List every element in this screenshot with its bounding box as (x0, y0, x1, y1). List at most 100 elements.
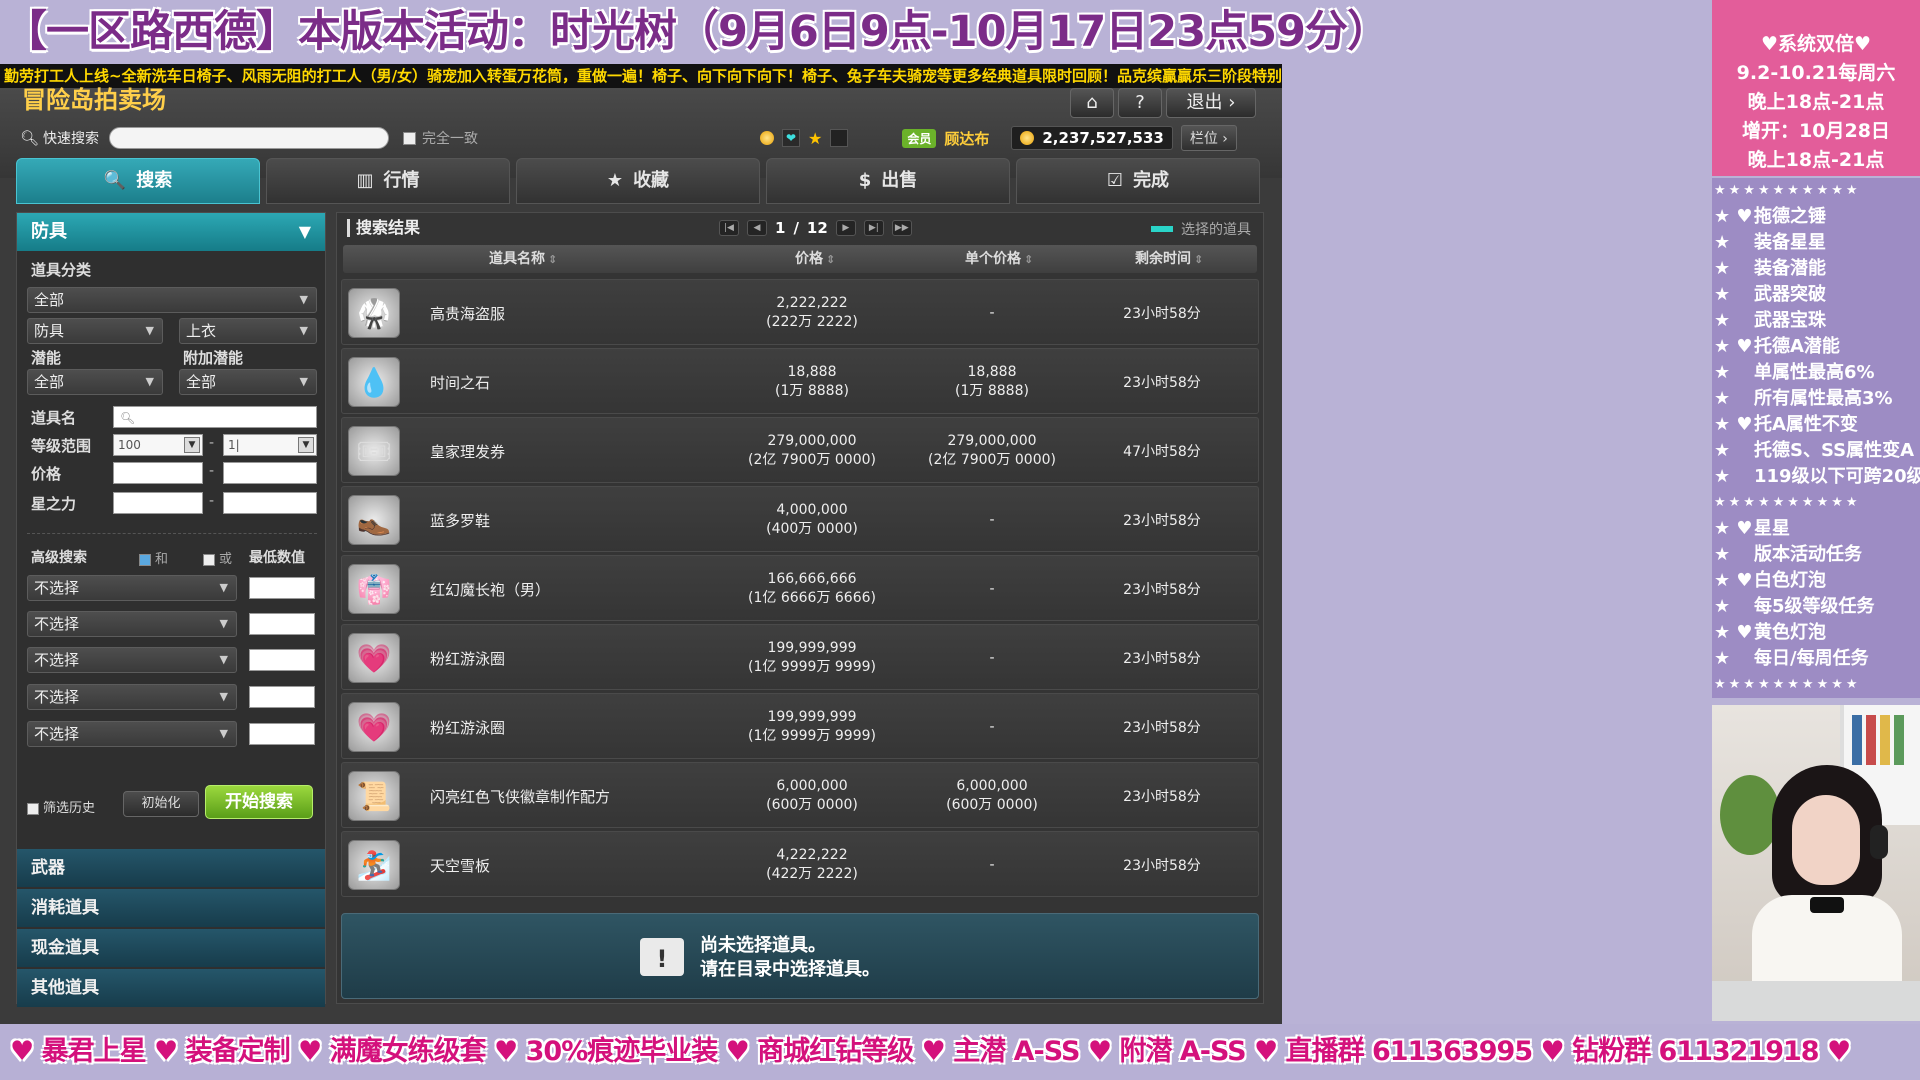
service-item: ★ 装备潜能 (1712, 256, 1920, 282)
lock-icon: ! (640, 938, 684, 976)
results-header: 道具名称 ⇕ 价格 ⇕ 单个价格 ⇕ 剩余时间 ⇕ (343, 245, 1257, 273)
star-icon: ★ (808, 128, 823, 148)
level-min-input[interactable]: 100 ▼ (113, 434, 203, 456)
help-button[interactable]: ? (1118, 88, 1162, 118)
price-detail: (1亿 9999万 9999) (748, 659, 876, 675)
column-label: 剩余时间 (1135, 251, 1191, 267)
results-panel: 搜索结果 |◀ ◀ 1 / 12 ▶ ▶| ▶▶ 选择的道具 道具名称 ⇕ 价格 ⇕… (336, 212, 1264, 1004)
column-price[interactable]: 价格 ⇕ (795, 245, 835, 274)
advanced-option-select[interactable]: 不选择 ▼ (27, 611, 237, 637)
category-cash[interactable]: 现金道具 (17, 929, 325, 967)
advanced-option-select[interactable]: 不选择 ▼ (27, 721, 237, 747)
service-item: ★ 武器宝珠 (1712, 308, 1920, 334)
tab-sell[interactable]: $ 出售 (766, 158, 1010, 204)
event-info-box: ♥系统双倍♥ 9.2-10.21每周六 晚上18点-21点 增开：10月28日 … (1712, 0, 1920, 176)
bullet: ★ ♥ (1714, 414, 1753, 435)
item-unit-price: - (892, 625, 1092, 691)
slot-button[interactable]: 栏位 › (1180, 125, 1237, 151)
level-min-value: 100 (118, 438, 141, 452)
item-class-label: 道具分类 (31, 261, 92, 279)
advanced-option-select[interactable]: 不选择 ▼ (27, 684, 237, 710)
advanced-min-input[interactable] (249, 649, 315, 671)
star-icon: ★ (606, 170, 624, 191)
starforce-max-input[interactable] (223, 492, 317, 514)
item-type-select[interactable]: 防具 ▼ (27, 318, 163, 344)
table-row[interactable]: 💧 时间之石 18,888 (1万 8888) 18,888 (1万 8888) 23小时5… (341, 348, 1259, 414)
search-icon: 🔍︎ (120, 411, 136, 425)
advanced-min-input[interactable] (249, 577, 315, 599)
item-unit-price: - (892, 280, 1092, 346)
table-row[interactable]: 💗 粉红游泳圈 199,999,999 (1亿 9999万 9999) - 23小时58分 (341, 693, 1259, 759)
unit-price-value: - (989, 581, 995, 597)
home-button[interactable]: ⌂ (1070, 88, 1114, 118)
service-item: ★ 119级以下可跨20级 (1712, 464, 1920, 490)
chevron-down-icon: ▼ (299, 324, 308, 337)
or-option[interactable]: 或 (203, 548, 232, 567)
history-checkbox[interactable] (27, 802, 39, 815)
mesos-amount: 2,237,527,533 (1042, 129, 1164, 147)
reset-button[interactable]: 初始化 (123, 791, 199, 817)
category-weapon[interactable]: 武器 (17, 849, 325, 887)
category-header-armor[interactable]: 防具 ▼ (17, 213, 325, 251)
quick-search-input[interactable] (109, 127, 390, 149)
tab-completed[interactable]: ☑ 完成 (1016, 158, 1260, 204)
price-min-input[interactable] (113, 462, 203, 484)
advanced-min-input[interactable] (249, 686, 315, 708)
table-row[interactable]: 💗 粉红游泳圈 199,999,999 (1亿 9999万 9999) - 23小时58分 (341, 624, 1259, 690)
column-unit-price[interactable]: 单个价格 ⇕ (965, 245, 1033, 274)
tab-market[interactable]: ▥ 行情 (266, 158, 510, 204)
table-row[interactable]: 👞 蓝多罗鞋 4,000,000 (400万 0000) - 23小时58分 (341, 486, 1259, 552)
or-checkbox[interactable] (203, 553, 215, 566)
prev-page-button[interactable]: ◀ (747, 220, 767, 236)
and-checkbox[interactable] (139, 553, 151, 566)
service-item: ★ 每5级等级任务 (1712, 594, 1920, 620)
chevron-down-icon[interactable]: ▼ (298, 437, 314, 453)
item-unit-price: 18,888 (1万 8888) (892, 349, 1092, 415)
potential-select[interactable]: 全部 ▼ (27, 369, 163, 395)
item-unit-price: - (892, 556, 1092, 622)
bullet: ★ (1714, 232, 1731, 253)
item-name-input[interactable]: 🔍︎ (113, 406, 317, 428)
table-row[interactable]: 🎟 皇家理发券 279,000,000 (2亿 7900万 0000) 279,000,… (341, 417, 1259, 483)
table-row[interactable]: 🏂 天空雪板 4,222,222 (422万 2222) - 23小时58分 (341, 831, 1259, 897)
first-page-button[interactable]: |◀ (719, 220, 739, 236)
level-max-input[interactable]: 1| ▼ (223, 434, 317, 456)
advanced-min-input[interactable] (249, 613, 315, 635)
item-price: 18,888 (1万 8888) (712, 349, 912, 415)
category-consumable[interactable]: 消耗道具 (17, 889, 325, 927)
bullet: ★ (1714, 310, 1731, 331)
item-class-select[interactable]: 全部 ▼ (27, 287, 317, 313)
price-detail: (1亿 6666万 6666) (748, 590, 876, 606)
skip-pages-button[interactable]: ▶▶ (891, 220, 912, 236)
next-page-button[interactable]: ▶ (835, 220, 856, 236)
starforce-min-input[interactable] (113, 492, 203, 514)
heart-icon[interactable]: ❤ (782, 129, 800, 147)
price-max-input[interactable] (223, 462, 317, 484)
item-unit-price: - (892, 832, 1092, 898)
table-row[interactable]: 🥋 高贵海盗服 2,222,222 (222万 2222) - 23小时58分 (341, 279, 1259, 345)
exact-match-checkbox[interactable] (403, 131, 417, 145)
chevron-down-icon[interactable]: ▼ (184, 437, 200, 453)
tab-search[interactable]: 🔍 搜索 (16, 158, 260, 204)
bonus-potential-select[interactable]: 全部 ▼ (179, 369, 317, 395)
item-name: 粉红游泳圈 (430, 718, 506, 737)
advanced-min-input[interactable] (249, 723, 315, 745)
table-row[interactable]: 📜 闪亮红色飞侠徽章制作配方 6,000,000 (600万 0000) 6,000,0… (341, 762, 1259, 828)
start-search-button[interactable]: 开始搜索 (205, 785, 313, 819)
column-time-left[interactable]: 剩余时间 ⇕ (1135, 245, 1203, 274)
and-option[interactable]: 和 (139, 548, 168, 567)
last-page-button[interactable]: ▶| (863, 220, 884, 236)
item-subtype-select[interactable]: 上衣 ▼ (179, 318, 317, 344)
page-separator: / (793, 219, 799, 237)
category-etc[interactable]: 其他道具 (17, 969, 325, 1007)
exit-button[interactable]: 退出 › (1166, 88, 1256, 118)
advanced-option-select[interactable]: 不选择 ▼ (27, 575, 237, 601)
status-area: ❤ ★ 会员 顾达布 2,237,527,533 栏位 › (760, 124, 1237, 152)
table-row[interactable]: 👘 红幻魔长袍（男） 166,666,666 (1亿 6666万 6666) - 23小时… (341, 555, 1259, 621)
history-option[interactable]: 筛选历史 (27, 797, 95, 816)
advanced-option-select[interactable]: 不选择 ▼ (27, 647, 237, 673)
tab-favorites[interactable]: ★ 收藏 (516, 158, 760, 204)
item-time-left: 23小时58分 (1123, 651, 1201, 667)
bullet: ★ (1714, 544, 1731, 565)
column-name[interactable]: 道具名称 ⇕ (489, 245, 557, 274)
